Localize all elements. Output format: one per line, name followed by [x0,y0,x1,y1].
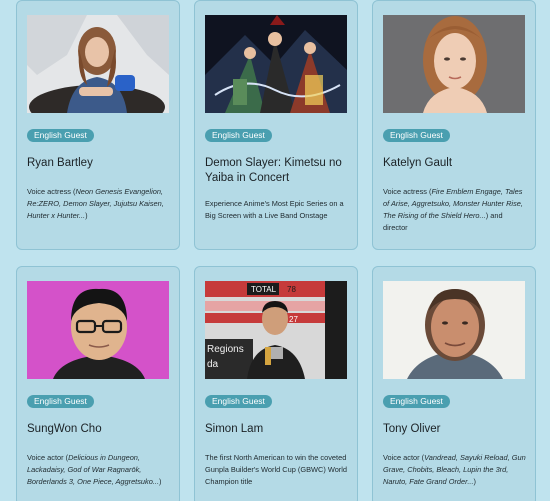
guest-photo [27,15,169,113]
guest-name[interactable]: SungWon Cho [27,422,171,437]
guest-photo [383,281,525,379]
photo-number-27: 27 [289,315,298,324]
event-photo [205,15,347,113]
guest-card-simon-lam[interactable]: TOTAL 78 27 Regions da English Guest Sim… [194,266,358,501]
photo-da-label: da [207,359,219,370]
guest-description: Voice actress (Neon Genesis Evangelion, … [27,187,164,220]
guest-name[interactable]: Demon Slayer: Kimetsu no Yaiba in Concer… [205,156,349,186]
guest-photo [27,281,169,379]
guest-card-demon-slayer-concert[interactable]: English Guest Demon Slayer: Kimetsu no Y… [194,0,358,250]
guest-name[interactable]: Simon Lam [205,422,349,437]
english-guest-badge: English Guest [27,129,94,142]
guest-card-ryan-bartley[interactable]: English Guest Ryan Bartley Voice actress… [16,0,180,250]
guest-description: Voice actor (Vandread, Sayuki Reload, Gu… [383,453,526,486]
english-guest-badge: English Guest [27,395,94,408]
guest-description: The first North American to win the cove… [205,453,348,486]
guest-description: Voice actress (Fire Emblem Engage, Tales… [383,187,523,232]
english-guest-badge: English Guest [205,129,272,142]
guest-photo [383,15,525,113]
photo-number-78: 78 [287,285,296,294]
photo-regions-label: Regions [207,344,244,355]
guest-description: Experience Anime's Most Epic Series on a… [205,199,344,220]
guest-card-katelyn-gault[interactable]: English Guest Katelyn Gault Voice actres… [372,0,536,250]
guest-name[interactable]: Ryan Bartley [27,156,171,171]
photo-total-label: TOTAL [251,285,277,294]
guest-photo: TOTAL 78 27 Regions da [205,281,347,379]
guest-name[interactable]: Tony Oliver [383,422,527,437]
guest-card-sungwon-cho[interactable]: English Guest SungWon Cho Voice actor (D… [16,266,180,501]
guest-name[interactable]: Katelyn Gault [383,156,527,171]
english-guest-badge: English Guest [383,395,450,408]
english-guest-badge: English Guest [205,395,272,408]
english-guest-badge: English Guest [383,129,450,142]
guest-description: Voice actor (Delicious in Dungeon, Lacka… [27,453,162,486]
guest-card-tony-oliver[interactable]: English Guest Tony Oliver Voice actor (V… [372,266,536,501]
